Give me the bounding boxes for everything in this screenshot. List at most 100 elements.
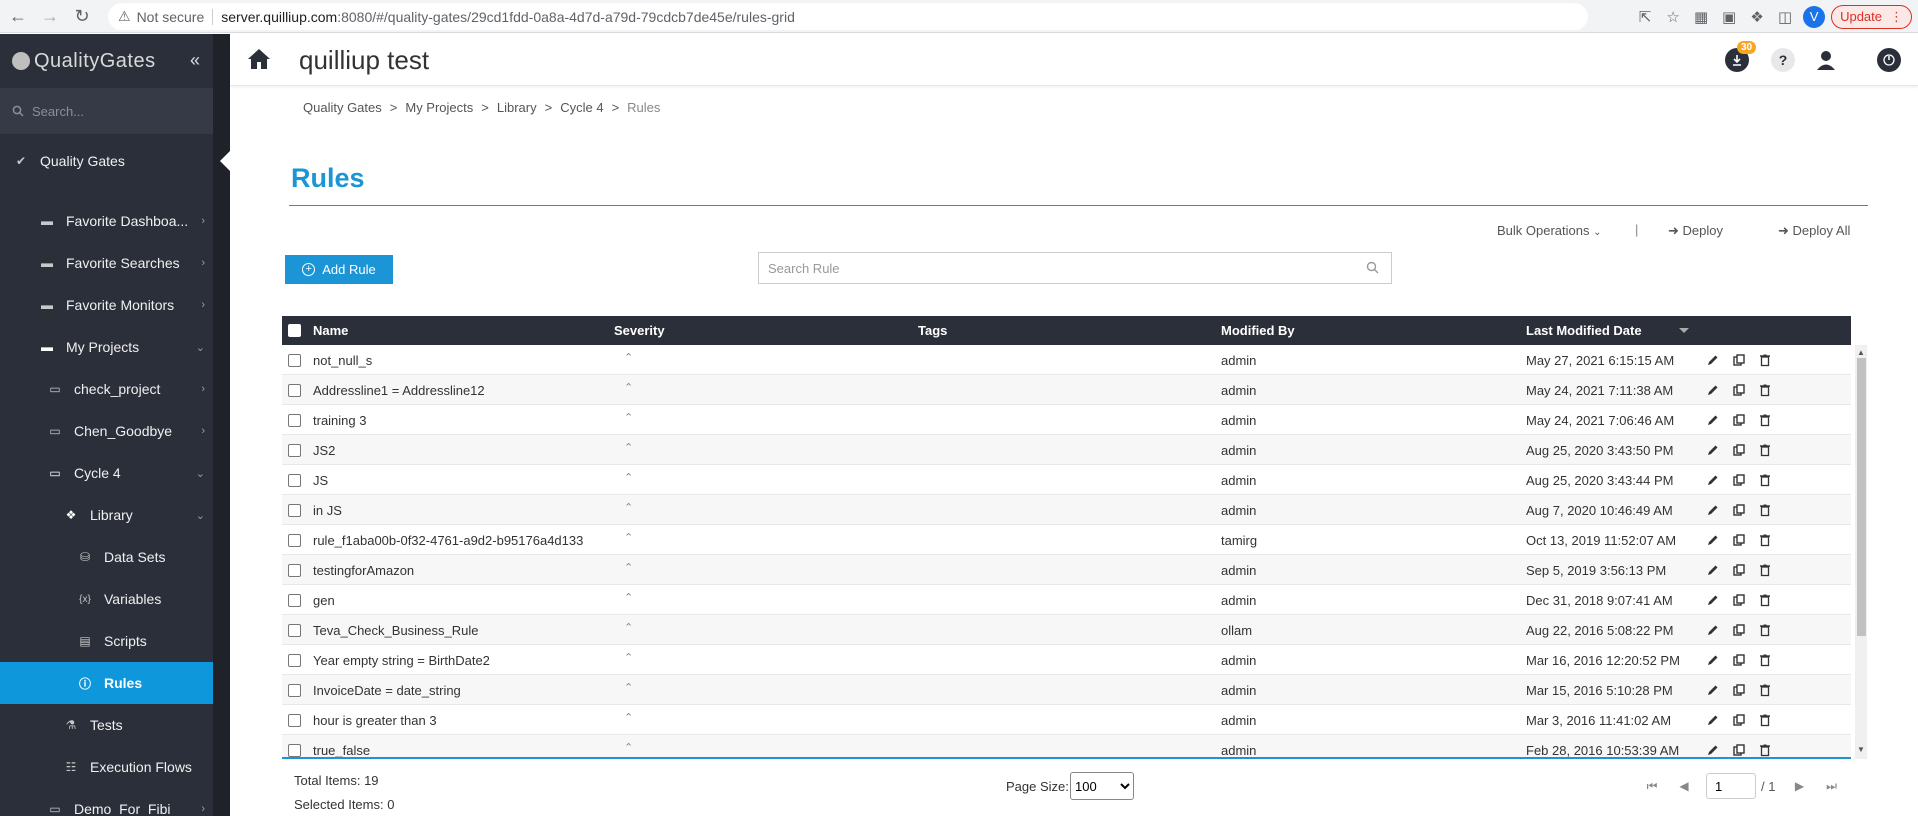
table-row[interactable]: testingforAmazon ⌃ admin Sep 5, 2019 3:56:1… [282, 555, 1851, 585]
row-checkbox[interactable] [288, 594, 301, 607]
sidebar-item-rules[interactable]: ⓘ Rules [0, 662, 213, 704]
prev-page-icon[interactable]: ◀ [1674, 779, 1694, 793]
dashboard-gauge-icon[interactable] [1877, 48, 1901, 72]
row-checkbox[interactable] [288, 564, 301, 577]
edit-icon[interactable] [1706, 383, 1722, 397]
table-row[interactable]: JS ⌃ admin Aug 25, 2020 3:43:44 PM [282, 465, 1851, 495]
table-row[interactable]: hour is greater than 3 ⌃ admin Mar 3, 2016 … [282, 705, 1851, 735]
trash-icon[interactable] [1758, 713, 1774, 727]
reload-icon[interactable]: ↻ [68, 2, 96, 30]
extension-2-icon[interactable]: ▣ [1715, 3, 1743, 31]
share-icon[interactable]: ⇱ [1631, 3, 1659, 31]
row-checkbox[interactable] [288, 354, 301, 367]
breadcrumb-quality-gates[interactable]: Quality Gates [303, 100, 382, 115]
column-header-last-modified-date[interactable]: Last Modified Date [1526, 323, 1642, 338]
row-checkbox[interactable] [288, 444, 301, 457]
copy-icon[interactable] [1732, 563, 1748, 577]
trash-icon[interactable] [1758, 623, 1774, 637]
column-header-modified-by[interactable]: Modified By [1221, 323, 1295, 338]
edit-icon[interactable] [1706, 443, 1722, 457]
sidebar-item-favorite-searches[interactable]: ▬ Favorite Searches › [0, 242, 213, 284]
copy-icon[interactable] [1732, 353, 1748, 367]
trash-icon[interactable] [1758, 743, 1774, 757]
first-page-icon[interactable]: ⏮ [1642, 779, 1662, 794]
sidebar-search-input[interactable] [32, 103, 192, 119]
table-row[interactable]: true_false ⌃ admin Feb 28, 2016 10:53:39 AM [282, 735, 1851, 757]
table-row[interactable]: Year empty string = BirthDate2 ⌃ admin Mar … [282, 645, 1851, 675]
copy-icon[interactable] [1732, 533, 1748, 547]
copy-icon[interactable] [1732, 443, 1748, 457]
grid-scrollbar-thumb[interactable] [1857, 358, 1866, 636]
table-row[interactable]: not_null_s ⌃ admin May 27, 2021 6:15:15 AM [282, 345, 1851, 375]
page-size-select[interactable]: 100 [1070, 772, 1134, 800]
profile-avatar[interactable]: V [1803, 5, 1826, 28]
sidebar-item-favorite-dashboards[interactable]: ▬ Favorite Dashboa... › [0, 200, 213, 242]
sidebar-item-execution-flows[interactable]: ☷ Execution Flows [0, 746, 213, 788]
copy-icon[interactable] [1732, 383, 1748, 397]
sidebar-item-data-sets[interactable]: ⛁ Data Sets [0, 536, 213, 578]
sidebar-item-quality-gates[interactable]: ✔ Quality Gates [0, 138, 230, 184]
table-row[interactable]: InvoiceDate = date_string ⌃ admin Mar 15, 2… [282, 675, 1851, 705]
copy-icon[interactable] [1732, 683, 1748, 697]
side-panel-icon[interactable]: ◫ [1771, 3, 1799, 31]
collapse-sidebar-icon[interactable]: « [190, 50, 200, 71]
edit-icon[interactable] [1706, 353, 1722, 367]
row-checkbox[interactable] [288, 504, 301, 517]
copy-icon[interactable] [1732, 503, 1748, 517]
page-number-input[interactable] [1706, 773, 1756, 799]
trash-icon[interactable] [1758, 653, 1774, 667]
trash-icon[interactable] [1758, 593, 1774, 607]
user-icon[interactable] [1814, 48, 1838, 72]
copy-icon[interactable] [1732, 413, 1748, 427]
deploy-button[interactable]: ➜ Deploy [1668, 223, 1723, 239]
row-checkbox[interactable] [288, 384, 301, 397]
edit-icon[interactable] [1706, 743, 1722, 757]
edit-icon[interactable] [1706, 473, 1722, 487]
breadcrumb-my-projects[interactable]: My Projects [405, 100, 473, 115]
sidebar-item-chen-goodbye[interactable]: ▭ Chen_Goodbye › [0, 410, 213, 452]
home-icon[interactable] [246, 47, 272, 71]
table-row[interactable]: rule_f1aba00b-0f32-4761-a9d2-b95176a4d13… [282, 525, 1851, 555]
sidebar-item-variables[interactable]: {x} Variables [0, 578, 213, 620]
row-checkbox[interactable] [288, 654, 301, 667]
bulk-operations-dropdown[interactable]: Bulk Operations ⌄ [1497, 223, 1602, 238]
sidebar-item-favorite-monitors[interactable]: ▬ Favorite Monitors › [0, 284, 213, 326]
table-row[interactable]: gen ⌃ admin Dec 31, 2018 9:07:41 AM [282, 585, 1851, 615]
edit-icon[interactable] [1706, 413, 1722, 427]
row-checkbox[interactable] [288, 744, 301, 757]
update-button[interactable]: Update ⋮ [1831, 4, 1912, 29]
row-checkbox[interactable] [288, 684, 301, 697]
table-row[interactable]: in JS ⌃ admin Aug 7, 2020 10:46:49 AM [282, 495, 1851, 525]
column-header-name[interactable]: Name [313, 323, 348, 338]
trash-icon[interactable] [1758, 683, 1774, 697]
search-rule-input[interactable] [768, 260, 1348, 276]
trash-icon[interactable] [1758, 353, 1774, 367]
download-icon[interactable]: 30 [1725, 41, 1757, 72]
table-row[interactable]: Addressline1 = Addressline12 ⌃ admin May 24… [282, 375, 1851, 405]
edit-icon[interactable] [1706, 563, 1722, 577]
edit-icon[interactable] [1706, 653, 1722, 667]
bookmark-star-icon[interactable]: ☆ [1659, 3, 1687, 31]
trash-icon[interactable] [1758, 383, 1774, 397]
add-rule-button[interactable]: + Add Rule [285, 255, 393, 284]
scroll-down-icon[interactable]: ▼ [1857, 745, 1865, 754]
back-icon[interactable]: ← [4, 2, 32, 30]
row-checkbox[interactable] [288, 414, 301, 427]
table-row[interactable]: training 3 ⌃ admin May 24, 2021 7:06:46 AM [282, 405, 1851, 435]
edit-icon[interactable] [1706, 593, 1722, 607]
sidebar-search[interactable] [0, 88, 213, 134]
edit-icon[interactable] [1706, 533, 1722, 547]
edit-icon[interactable] [1706, 503, 1722, 517]
copy-icon[interactable] [1732, 623, 1748, 637]
trash-icon[interactable] [1758, 533, 1774, 547]
trash-icon[interactable] [1758, 503, 1774, 517]
sidebar-item-library[interactable]: ❖ Library ⌄ [0, 494, 213, 536]
last-page-icon[interactable]: ⏭ [1821, 779, 1841, 794]
row-checkbox[interactable] [288, 534, 301, 547]
sidebar-item-my-projects[interactable]: ▬ My Projects ⌄ [0, 326, 213, 368]
scroll-up-icon[interactable]: ▲ [1857, 348, 1865, 357]
forward-icon[interactable]: → [36, 2, 64, 30]
search-icon[interactable] [1366, 261, 1379, 274]
breadcrumb-library[interactable]: Library [497, 100, 537, 115]
deploy-all-button[interactable]: ➜ Deploy All [1778, 223, 1850, 239]
